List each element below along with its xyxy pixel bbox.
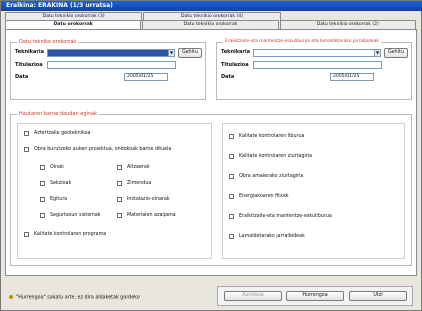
check-oinak[interactable]: Oinak xyxy=(40,165,64,170)
label-data: Data xyxy=(15,74,29,80)
check-zimendua[interactable]: Zimendua xyxy=(117,181,151,186)
hurrengoa-button[interactable]: Hurrengoa xyxy=(286,291,344,301)
check-obra-burutzeko[interactable]: Obra burutzeko auken proiektua, ondokoak… xyxy=(24,147,171,152)
data-input[interactable]: 2005/01/25 xyxy=(124,73,168,81)
check-sekzioak[interactable]: Sekzioak xyxy=(40,181,71,186)
group-title-left: Datu tekniko orokorrak xyxy=(17,39,79,45)
utzi-button[interactable]: Utzi xyxy=(349,291,407,301)
label-teknikaria: Teknikaria xyxy=(15,49,44,55)
check-eraikitzaile[interactable]: Eraikitzaile-eta mantentze-eskuliburua xyxy=(229,214,332,219)
chevron-down-icon-right[interactable]: ▼ xyxy=(374,49,381,57)
gehitu-button-right[interactable]: Gehitu xyxy=(384,48,408,58)
nav-buttons-panel: Aurrekoa Hurrengoa Utzi xyxy=(217,286,413,306)
footer: "Hurrengoa" sakatu arte, ez dira aldaket… xyxy=(5,280,417,308)
check-kalitate-liburua[interactable]: Kalitate kontrolaren liburua xyxy=(229,134,304,139)
titulazioa-input[interactable] xyxy=(47,61,176,69)
check-kalitate-programa[interactable]: Kalitate kontrolaren programa xyxy=(24,232,106,237)
data-input-right[interactable]: 2005/01/25 xyxy=(330,73,374,81)
group-title-right: Eraikitzaile-eta mantentze-eskuliburua e… xyxy=(223,39,381,44)
teknikaria-select-right[interactable] xyxy=(253,49,375,57)
check-segurtasun[interactable]: Segurtasun sistemak xyxy=(40,213,101,218)
check-kalitate-ziurtagiria[interactable]: Kalitate kontrolaren ziurtagiria xyxy=(229,154,312,159)
app-window: Eralkina: ERAKINA (1/3 urratsa) Datu tek… xyxy=(0,0,422,311)
checkbox[interactable] xyxy=(24,147,29,152)
footer-message: "Hurrengoa" sakatu arte, ez dira aldaket… xyxy=(9,295,140,301)
check-aztertzaile[interactable]: Aztertzaile geoteknikoa xyxy=(24,131,90,136)
check-lamaldeta[interactable]: Lamaldetarako jarraibideak xyxy=(229,234,305,239)
warning-icon xyxy=(9,295,13,299)
check-energia[interactable]: Energiakoaren fitxak xyxy=(229,194,289,199)
tab-content: Datu tekniko orokorrak Teknikaria ▼ Gehi… xyxy=(5,29,417,276)
tab-datu-orokorrak[interactable]: Datu orokorrak xyxy=(5,20,142,29)
window-title: Eralkina: ERAKINA (1/3 urratsa) xyxy=(1,1,422,11)
gehitu-button-left[interactable]: Gehitu xyxy=(178,48,202,58)
label-titulazioa: Titulazioa xyxy=(15,62,43,68)
chevron-down-icon[interactable]: ▼ xyxy=(168,49,175,57)
group-eraikitzaile: Eraikitzaile-eta mantentze-eskuliburua e… xyxy=(216,39,412,100)
tab-datu-teknikoak-2[interactable]: Datu teknikio orokorrak (2) xyxy=(279,20,416,29)
tabs-row-main: Datu orokorrak Datu teknikio orokorrak D… xyxy=(5,20,417,29)
aurrekoa-button[interactable]: Aurrekoa xyxy=(224,291,282,301)
check-obra-amaierako[interactable]: Obra amaierako ziurtagiria xyxy=(229,174,303,179)
check-materialen[interactable]: Materialen azalpena xyxy=(117,213,176,218)
check-egitura[interactable]: Egitura xyxy=(40,197,67,202)
checks-right-box: Kalitate kontrolaren liburua Kalitate ko… xyxy=(222,123,405,259)
check-altzaerak[interactable]: Altzaerak xyxy=(117,165,150,170)
checkbox[interactable] xyxy=(24,131,29,136)
tab-datu-teknikoak[interactable]: Datu teknikio orokorrak xyxy=(142,20,279,29)
teknikaria-select[interactable] xyxy=(47,49,169,57)
group-checks: Hautaren barne daudan eginak Aztertzaile… xyxy=(10,111,412,266)
check-instalazio[interactable]: Instalazio-oinarak xyxy=(117,197,170,202)
group-title-checks: Hautaren barne daudan eginak xyxy=(17,111,100,117)
checks-left-box: Aztertzaile geoteknikoa Obra burutzeko a… xyxy=(17,123,212,259)
group-datu-teknikoak: Datu tekniko orokorrak Teknikaria ▼ Gehi… xyxy=(10,39,206,100)
titulazioa-input-right[interactable] xyxy=(253,61,382,69)
label-teknikaria-right: Teknikaria xyxy=(221,49,250,55)
label-titulazioa-right: Titulazioa xyxy=(221,62,249,68)
label-data-right: Data xyxy=(221,74,235,80)
